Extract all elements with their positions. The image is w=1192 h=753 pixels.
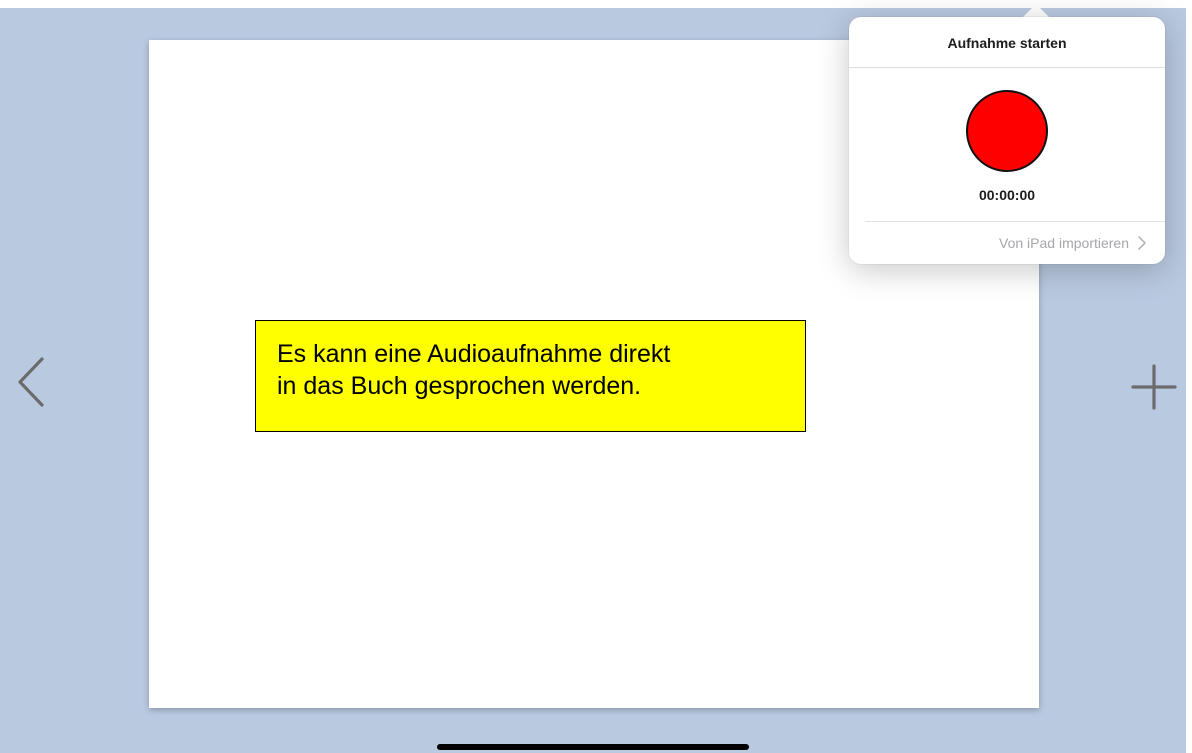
- home-indicator[interactable]: [437, 744, 749, 750]
- plus-icon: [1131, 364, 1177, 410]
- top-bar: [0, 0, 1192, 8]
- back-button[interactable]: [14, 356, 48, 408]
- add-page-button[interactable]: [1130, 363, 1178, 411]
- screen-edge: [1186, 8, 1192, 753]
- popover-arrow: [1022, 4, 1050, 18]
- callout-line-2: in das Buch gesprochen werden.: [277, 372, 642, 400]
- record-button[interactable]: [966, 90, 1048, 172]
- annotation-callout: Es kann eine Audioaufnahme direkt in das…: [255, 320, 806, 432]
- chevron-right-icon: [1138, 236, 1146, 250]
- chevron-left-icon: [18, 357, 44, 407]
- popover-title: Aufnahme starten: [947, 35, 1067, 51]
- recording-timer: 00:00:00: [978, 187, 1036, 203]
- callout-line-1: Es kann eine Audioaufnahme direkt: [277, 340, 671, 368]
- divider: [849, 67, 1165, 68]
- import-from-ipad-button[interactable]: Von iPad importieren: [849, 222, 1165, 264]
- recording-popover: Aufnahme starten 00:00:00 Von iPad impor…: [849, 17, 1165, 264]
- import-label: Von iPad importieren: [999, 235, 1129, 251]
